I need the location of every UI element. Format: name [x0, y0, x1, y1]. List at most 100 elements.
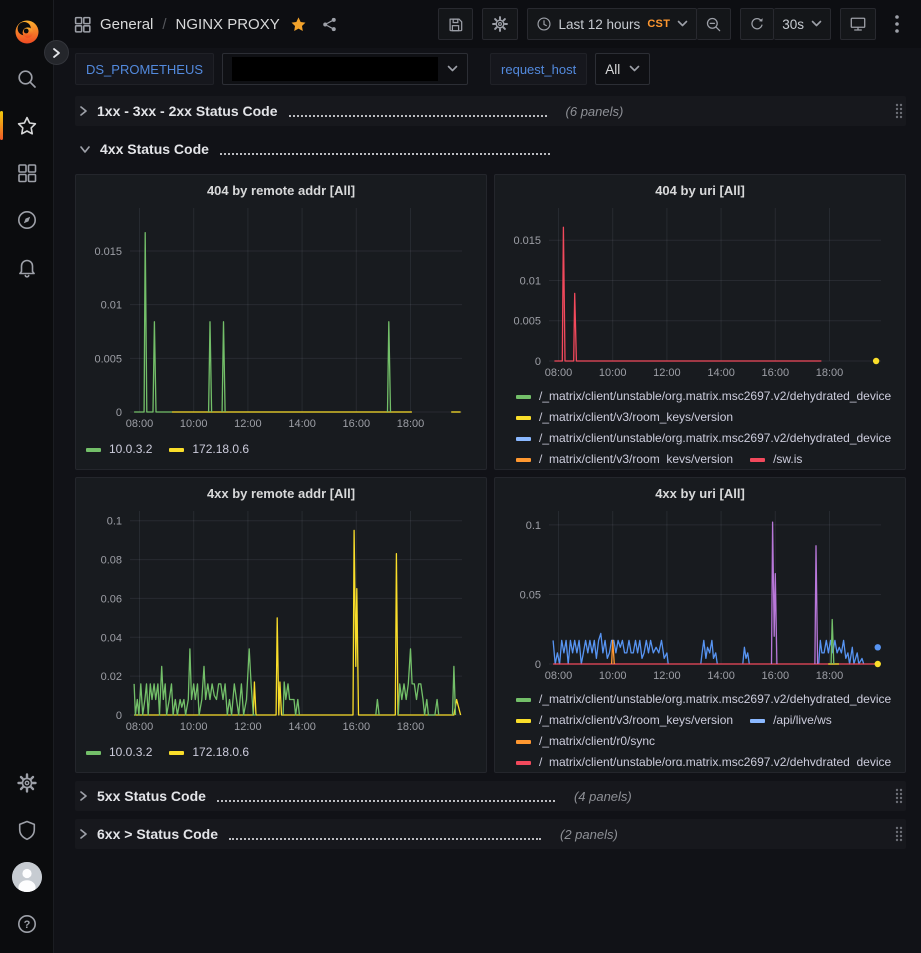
legend-series-label: /_matrix/client/r0/sync: [539, 731, 655, 752]
chevron-down-icon: [811, 20, 822, 28]
time-range-button[interactable]: Last 12 hours CST: [527, 8, 698, 40]
save-dashboard-button[interactable]: [438, 8, 473, 40]
user-avatar-icon: [12, 862, 42, 892]
legend-item[interactable]: /_matrix/client/v3/room_keys/version: [516, 407, 733, 428]
svg-text:12:00: 12:00: [234, 418, 262, 430]
svg-text:14:00: 14:00: [288, 721, 316, 733]
legend-series-color: [86, 751, 101, 755]
time-picker-group: Last 12 hours CST: [527, 8, 732, 40]
chevron-down-icon: [629, 65, 640, 73]
row-panel-count: (6 panels): [566, 104, 624, 119]
sidebar-item-starred[interactable]: [0, 102, 54, 149]
panel-title[interactable]: 4xx by uri [All]: [505, 482, 895, 505]
row-1xx-3xx-2xx[interactable]: 1xx - 3xx - 2xx Status Code (6 panels): [75, 96, 906, 126]
chevron-right-icon: [79, 105, 88, 117]
timeseries-chart[interactable]: 08:0010:0012:0014:0016:0018:0000.050.1: [505, 505, 895, 686]
svg-text:12:00: 12:00: [234, 721, 262, 733]
legend-item[interactable]: /api/live/ws: [750, 710, 832, 731]
svg-text:0.1: 0.1: [526, 520, 541, 532]
row-panel-count: (2 panels): [560, 827, 618, 842]
legend-item[interactable]: /sw.js: [750, 449, 802, 463]
favorite-star-icon[interactable]: [290, 16, 307, 33]
drag-dots-icon: [894, 103, 904, 119]
legend-item[interactable]: /_matrix/client/unstable/org.matrix.msc2…: [516, 689, 891, 710]
sidebar-item-help[interactable]: ?: [0, 900, 54, 947]
sidebar-item-server-admin[interactable]: [0, 806, 54, 853]
row-dotted-leader: [289, 106, 547, 117]
row-dotted-leader: [220, 144, 550, 155]
timeseries-chart[interactable]: 08:0010:0012:0014:0016:0018:0000.020.040…: [86, 505, 476, 737]
zoom-out-time-button[interactable]: [697, 8, 731, 40]
svg-text:0.04: 0.04: [101, 632, 122, 644]
timeseries-chart[interactable]: 08:0010:0012:0014:0016:0018:0000.0050.01…: [86, 202, 476, 434]
legend-series-color: [169, 751, 184, 755]
sidebar-item-explore[interactable]: [0, 196, 54, 243]
variable-label-request-host[interactable]: request_host: [490, 53, 587, 85]
row-dotted-leader: [217, 791, 555, 802]
share-icon[interactable]: [321, 16, 338, 33]
legend-item[interactable]: /_matrix/client/v3/room_keys/version: [516, 710, 733, 731]
svg-text:08:00: 08:00: [545, 670, 573, 682]
breadcrumb-folder[interactable]: General: [100, 16, 153, 33]
panel-title[interactable]: 4xx by remote addr [All]: [86, 482, 476, 505]
legend-item[interactable]: 172.18.0.6: [169, 439, 249, 460]
chevron-down-icon: [677, 20, 688, 28]
svg-text:0.015: 0.015: [94, 246, 122, 258]
svg-text:10:00: 10:00: [180, 721, 208, 733]
legend-item[interactable]: /_matrix/client/unstable/org.matrix.msc2…: [516, 386, 891, 407]
panel-4xx-by-remote-addr: 4xx by remote addr [All] 08:0010:0012:00…: [75, 477, 487, 773]
sidebar-item-profile[interactable]: [0, 853, 54, 900]
panel-title[interactable]: 404 by uri [All]: [505, 179, 895, 202]
timeseries-chart[interactable]: 08:0010:0012:0014:0016:0018:0000.0050.01…: [505, 202, 895, 383]
monitor-icon: [849, 15, 867, 33]
panel-title[interactable]: 404 by remote addr [All]: [86, 179, 476, 202]
refresh-icon: [749, 16, 765, 32]
row-drag-handle[interactable]: [894, 826, 904, 842]
legend-item[interactable]: 172.18.0.6: [169, 742, 249, 763]
clock-icon: [536, 16, 552, 32]
shield-icon: [16, 819, 38, 841]
sidebar-expand-button[interactable]: [44, 40, 69, 65]
variable-value-ds-prometheus[interactable]: [222, 53, 468, 85]
svg-text:0.05: 0.05: [520, 589, 541, 601]
legend-item[interactable]: 10.0.3.2: [86, 439, 152, 460]
sidebar-item-alerting[interactable]: [0, 243, 54, 290]
variable-label-ds-prometheus[interactable]: DS_PROMETHEUS: [75, 53, 214, 85]
legend-item[interactable]: /_matrix/client/v3/room_keys/version: [516, 449, 733, 463]
sidebar-item-search[interactable]: [0, 55, 54, 102]
svg-text:12:00: 12:00: [653, 670, 681, 682]
legend-item[interactable]: /_matrix/client/unstable/org.matrix.msc2…: [516, 428, 891, 449]
svg-text:0.01: 0.01: [101, 300, 122, 312]
dashboard-settings-button[interactable]: [482, 8, 518, 40]
refresh-button[interactable]: [740, 8, 774, 40]
row-5xx[interactable]: 5xx Status Code (4 panels): [75, 781, 906, 811]
page-title[interactable]: NGINX PROXY: [176, 16, 280, 33]
variable-value-request-host[interactable]: All: [595, 53, 650, 85]
legend-item[interactable]: /_matrix/client/unstable/org.matrix.msc2…: [516, 752, 891, 766]
help-icon: ?: [16, 913, 38, 935]
row-drag-handle[interactable]: [894, 788, 904, 804]
sidebar-item-configuration[interactable]: [0, 759, 54, 806]
legend-series-color: [86, 448, 101, 452]
row-6xx[interactable]: 6xx > Status Code (2 panels): [75, 819, 906, 849]
panel-legend: /_matrix/client/unstable/org.matrix.msc2…: [505, 386, 895, 463]
tv-mode-button[interactable]: [840, 8, 876, 40]
row-title: 1xx - 3xx - 2xx Status Code: [97, 103, 278, 119]
legend-series-label: /sw.js: [773, 449, 802, 463]
row-drag-handle[interactable]: [894, 103, 904, 119]
legend-series-color: [516, 740, 531, 744]
search-icon: [16, 68, 38, 90]
request-host-value: All: [605, 62, 620, 77]
row-dotted-leader: [229, 829, 541, 840]
bell-icon: [16, 256, 38, 278]
breadcrumb-separator: /: [162, 16, 166, 33]
row-4xx[interactable]: 4xx Status Code: [75, 134, 906, 164]
svg-text:16:00: 16:00: [762, 367, 790, 379]
sidebar-item-dashboards[interactable]: [0, 149, 54, 196]
legend-item[interactable]: 10.0.3.2: [86, 742, 152, 763]
legend-series-label: /_matrix/client/unstable/org.matrix.msc2…: [539, 386, 891, 407]
refresh-interval-dropdown[interactable]: 30s: [774, 8, 831, 40]
svg-text:12:00: 12:00: [653, 367, 681, 379]
more-options-button[interactable]: [885, 8, 909, 40]
legend-item[interactable]: /_matrix/client/r0/sync: [516, 731, 655, 752]
